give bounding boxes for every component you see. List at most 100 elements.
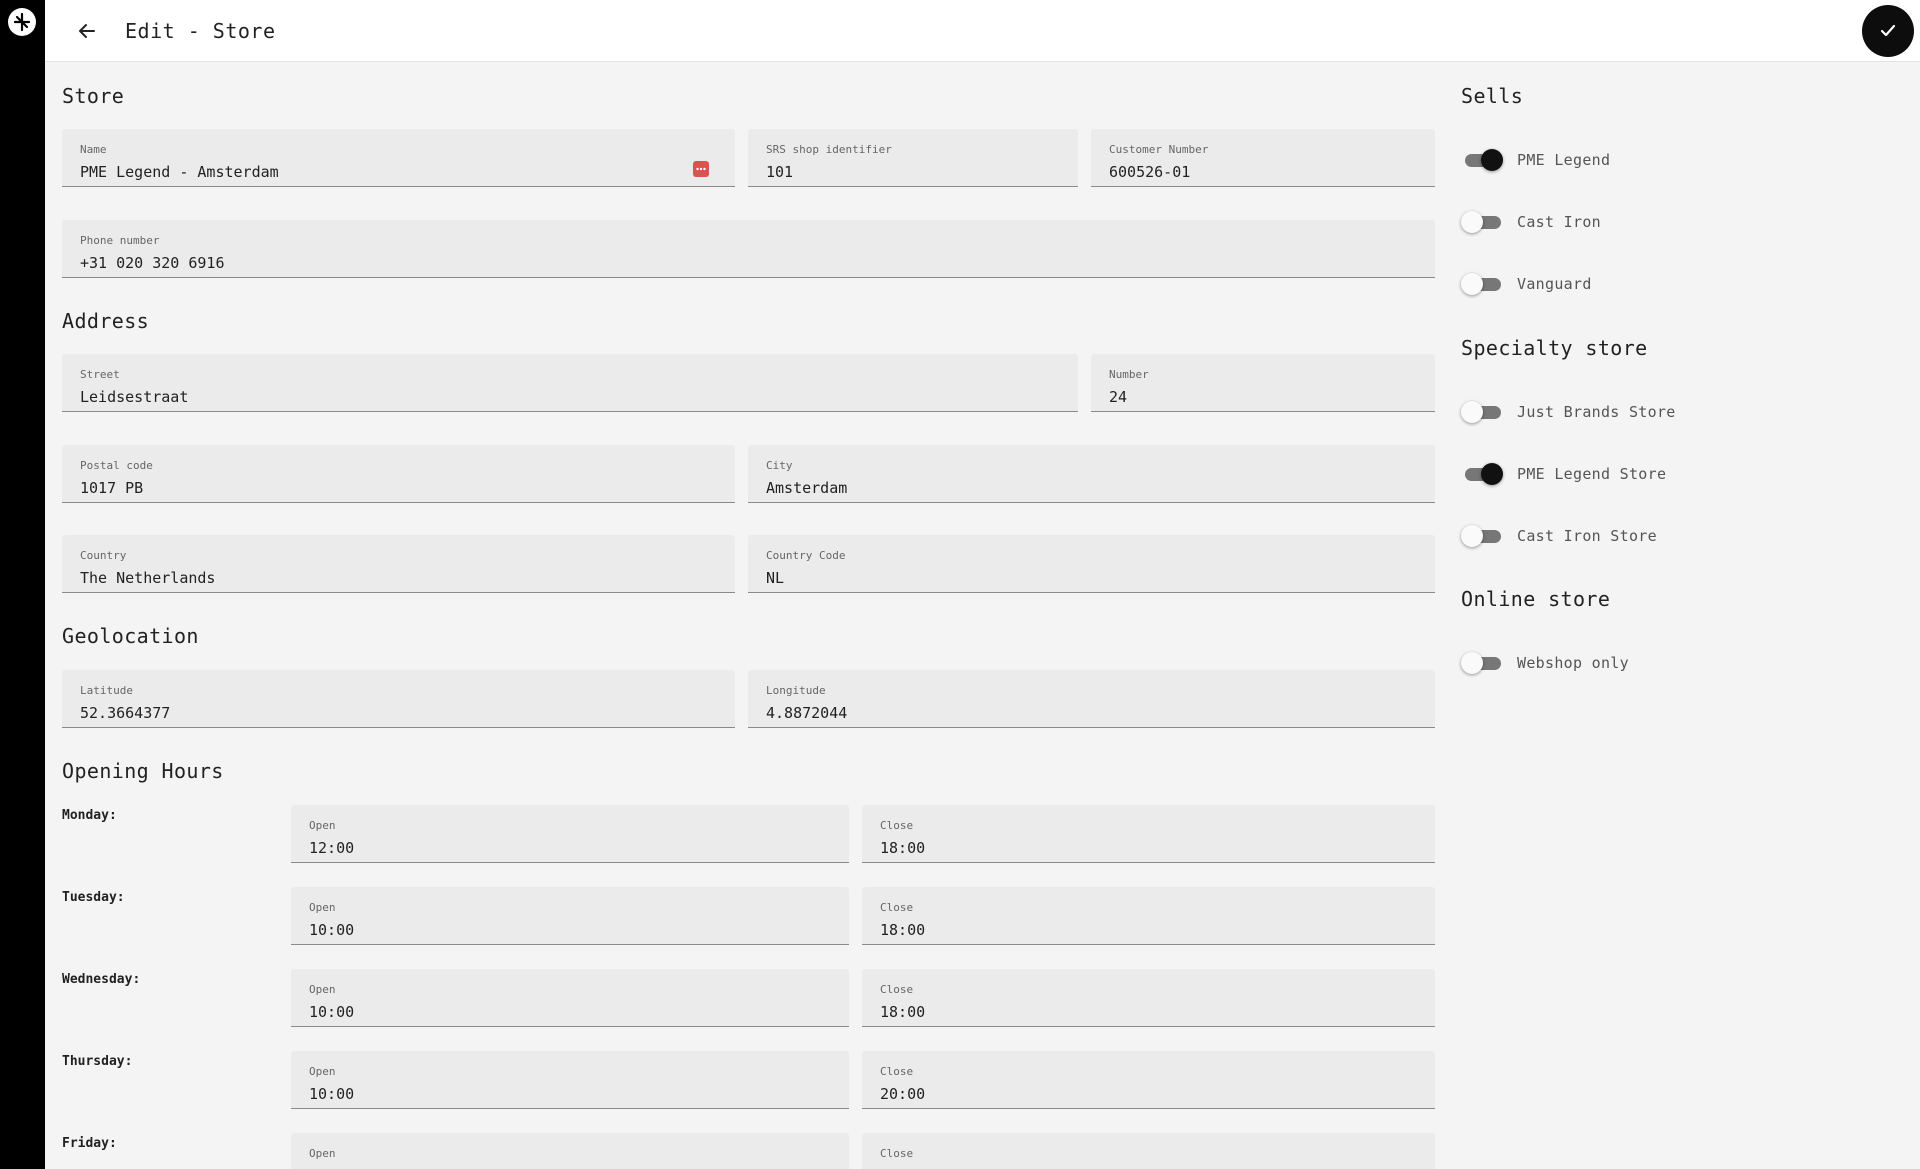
tuesday-open-field[interactable]: Open 10:00: [291, 887, 849, 945]
address-section-title: Address: [62, 309, 150, 333]
srs-shop-identifier-field[interactable]: SRS shop identifier 101: [748, 129, 1078, 187]
close-label: Close: [880, 1065, 914, 1078]
street-field[interactable]: Street Leidsestraat: [62, 354, 1078, 412]
tuesday-close-field[interactable]: Close 18:00: [862, 887, 1435, 945]
open-label: Open: [309, 1147, 336, 1160]
toggle-label: Cast Iron Store: [1517, 527, 1657, 545]
checkmark-icon: [1880, 24, 1896, 37]
specialty-store-section-title: Specialty store: [1461, 336, 1648, 360]
srs-label: SRS shop identifier: [766, 143, 892, 156]
password-manager-icon[interactable]: [693, 161, 709, 177]
thursday-close-field[interactable]: Close 20:00: [862, 1051, 1435, 1109]
toggle-label: Webshop only: [1517, 654, 1629, 672]
toggle-row-pme-legend-store[interactable]: PME Legend Store: [1461, 459, 1666, 489]
pme-legend-store-toggle[interactable]: [1461, 462, 1503, 486]
friday-close-field[interactable]: Close: [862, 1133, 1435, 1169]
name-value: PME Legend - Amsterdam: [80, 163, 279, 181]
customer-number-label: Customer Number: [1109, 143, 1209, 156]
toggle-label: PME Legend: [1517, 151, 1611, 169]
day-label-monday: Monday:: [62, 808, 117, 823]
day-label-friday: Friday:: [62, 1136, 117, 1151]
number-field[interactable]: Number 24: [1091, 354, 1435, 412]
street-value: Leidsestraat: [80, 388, 189, 406]
street-label: Street: [80, 368, 120, 381]
close-value: 20:00: [880, 1085, 926, 1103]
customer-number-value: 600526-01: [1109, 163, 1191, 181]
toggle-label: PME Legend Store: [1517, 465, 1667, 483]
open-value: 10:00: [309, 1085, 355, 1103]
wednesday-open-field[interactable]: Open 10:00: [291, 969, 849, 1027]
country-value: The Netherlands: [80, 569, 216, 587]
close-value: 18:00: [880, 1003, 926, 1021]
postal-code-field[interactable]: Postal code 1017 PB: [62, 445, 735, 503]
toggle-row-pme-legend[interactable]: PME Legend: [1461, 145, 1610, 175]
toggle-row-webshop-only[interactable]: Webshop only: [1461, 648, 1629, 678]
city-field[interactable]: City Amsterdam: [748, 445, 1435, 503]
day-label-thursday: Thursday:: [62, 1054, 133, 1069]
toggle-row-just-brands-store[interactable]: Just Brands Store: [1461, 397, 1676, 427]
close-value: 18:00: [880, 839, 926, 857]
geolocation-section-title: Geolocation: [62, 624, 199, 648]
close-label: Close: [880, 983, 914, 996]
country-code-label: Country Code: [766, 549, 846, 562]
day-label-tuesday: Tuesday:: [62, 890, 125, 905]
name-label: Name: [80, 143, 107, 156]
thursday-open-field[interactable]: Open 10:00: [291, 1051, 849, 1109]
longitude-label: Longitude: [766, 684, 826, 697]
webshop-only-toggle[interactable]: [1461, 651, 1503, 675]
just-brands-store-toggle[interactable]: [1461, 400, 1503, 424]
app-logo-icon[interactable]: [8, 8, 36, 36]
toggle-row-cast-iron[interactable]: Cast Iron: [1461, 207, 1601, 237]
wednesday-close-field[interactable]: Close 18:00: [862, 969, 1435, 1027]
day-label-wednesday: Wednesday:: [62, 972, 141, 987]
country-field[interactable]: Country The Netherlands: [62, 535, 735, 593]
toggle-label: Just Brands Store: [1517, 403, 1676, 421]
store-section-title: Store: [62, 84, 125, 108]
open-value: 10:00: [309, 921, 355, 939]
cast-iron-store-toggle[interactable]: [1461, 524, 1503, 548]
customer-number-field[interactable]: Customer Number 600526-01: [1091, 129, 1435, 187]
monday-close-field[interactable]: Close 18:00: [862, 805, 1435, 863]
phone-number-field[interactable]: Phone number +31 020 320 6916: [62, 220, 1435, 278]
longitude-value: 4.8872044: [766, 704, 848, 722]
close-label: Close: [880, 819, 914, 832]
phone-label: Phone number: [80, 234, 160, 247]
online-store-section-title: Online store: [1461, 587, 1611, 611]
vanguard-toggle[interactable]: [1461, 272, 1503, 296]
app-sidebar: [0, 0, 45, 1169]
country-label: Country: [80, 549, 127, 562]
save-checkmark-button[interactable]: [1862, 5, 1914, 57]
postal-code-value: 1017 PB: [80, 479, 144, 497]
toggle-row-cast-iron-store[interactable]: Cast Iron Store: [1461, 521, 1657, 551]
cast-iron-toggle[interactable]: [1461, 210, 1503, 234]
open-label: Open: [309, 819, 336, 832]
sells-section-title: Sells: [1461, 84, 1524, 108]
toggle-label: Cast Iron: [1517, 213, 1601, 231]
city-value: Amsterdam: [766, 479, 848, 497]
open-value: 12:00: [309, 839, 355, 857]
close-label: Close: [880, 1147, 914, 1160]
city-label: City: [766, 459, 793, 472]
open-value: 10:00: [309, 1003, 355, 1021]
latitude-value: 52.3664377: [80, 704, 171, 722]
back-arrow-icon[interactable]: [73, 17, 101, 45]
page-title: Edit - Store: [125, 19, 276, 43]
open-label: Open: [309, 983, 336, 996]
toggle-label: Vanguard: [1517, 275, 1592, 293]
pme-legend-toggle[interactable]: [1461, 148, 1503, 172]
friday-open-field[interactable]: Open: [291, 1133, 849, 1169]
country-code-field[interactable]: Country Code NL: [748, 535, 1435, 593]
close-value: 18:00: [880, 921, 926, 939]
toggle-row-vanguard[interactable]: Vanguard: [1461, 269, 1592, 299]
opening-hours-section-title: Opening Hours: [62, 759, 224, 783]
top-bar: Edit - Store: [45, 0, 1920, 62]
monday-open-field[interactable]: Open 12:00: [291, 805, 849, 863]
latitude-field[interactable]: Latitude 52.3664377: [62, 670, 735, 728]
country-code-value: NL: [766, 569, 785, 587]
name-field[interactable]: Name PME Legend - Amsterdam: [62, 129, 735, 187]
latitude-label: Latitude: [80, 684, 133, 697]
close-label: Close: [880, 901, 914, 914]
longitude-field[interactable]: Longitude 4.8872044: [748, 670, 1435, 728]
number-value: 24: [1109, 388, 1128, 406]
open-label: Open: [309, 1065, 336, 1078]
